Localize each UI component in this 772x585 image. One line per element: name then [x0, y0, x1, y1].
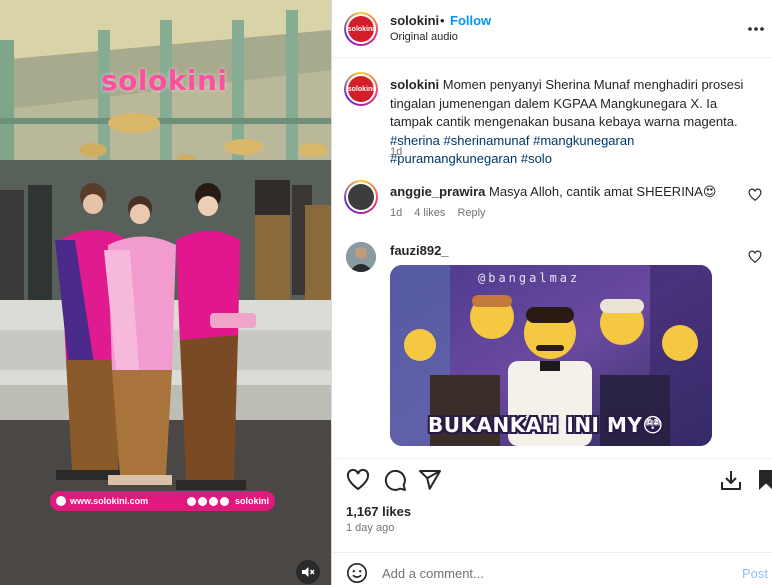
comment-gif[interactable]: @bangalmaz BUKANKAH INI MY😳 [390, 265, 712, 446]
commenter-avatar[interactable] [344, 180, 378, 214]
video-watermark-logo: solokini [101, 64, 228, 97]
hashtag-link[interactable]: #solo [521, 151, 552, 166]
speaker-muted-icon [302, 567, 315, 577]
post-comment-button[interactable]: Post [742, 566, 768, 581]
banner-handle-text: solokini [234, 496, 269, 506]
heart-icon[interactable] [346, 468, 370, 492]
post-details-panel: solokini solokini • Follow Original audi… [331, 0, 772, 585]
caption-username[interactable]: solokini [390, 77, 439, 92]
commenter-username[interactable]: anggie_prawira [390, 184, 485, 199]
instagram-post-view: solokini www.solokini.com solokini solok… [0, 0, 772, 585]
comment-like-heart-icon[interactable] [748, 250, 762, 264]
commenter-avatar[interactable] [346, 242, 376, 272]
share-icon[interactable] [418, 468, 442, 492]
post-date[interactable]: 1 day ago [346, 522, 394, 534]
author-username[interactable]: solokini [390, 13, 439, 28]
like-count[interactable]: 1,167 likes [346, 504, 411, 519]
caption-avatar-logo: solokini [348, 76, 374, 102]
gif-watermark: @bangalmaz [478, 271, 581, 285]
hashtag-link[interactable]: #puramangkunegaran [390, 151, 517, 166]
author-avatar-logo: solokini [348, 16, 374, 42]
header-separator: • [440, 13, 445, 28]
post-caption: solokini Momen penyanyi Sherina Munaf me… [390, 76, 760, 169]
video-banner: www.solokini.com solokini [50, 491, 275, 511]
comment-item: anggie_prawira Masya Alloh, cantik amat … [390, 184, 740, 200]
comment-timestamp[interactable]: 1d [390, 207, 402, 219]
comment-likes[interactable]: 4 likes [414, 207, 445, 219]
comment-meta: 1d 4 likes Reply [390, 207, 486, 219]
audio-link[interactable]: Original audio [390, 31, 458, 43]
caption-text: Momen penyanyi Sherina Munaf menghadiri … [390, 77, 744, 129]
commenter-username[interactable]: fauzi892_ [390, 243, 449, 258]
hashtag-link[interactable]: #sherinamunaf [444, 133, 530, 148]
comment-like-heart-icon[interactable] [748, 188, 762, 202]
comment-input[interactable] [382, 562, 722, 584]
comment-text: Masya Alloh, cantik amat SHEERINA [489, 184, 703, 199]
reply-button[interactable]: Reply [457, 207, 485, 219]
banner-site-text: www.solokini.com [70, 496, 149, 506]
post-video[interactable]: solokini www.solokini.com solokini [0, 0, 331, 585]
banner-social-icons: solokini [186, 496, 269, 506]
mute-button[interactable] [296, 560, 320, 584]
bookmark-icon[interactable] [754, 468, 772, 492]
facebook-icon [219, 496, 229, 506]
tiktok-icon [208, 496, 218, 506]
instagram-icon [186, 496, 196, 506]
caption-timestamp[interactable]: 1d [390, 146, 402, 158]
comment-composer: Post [332, 552, 772, 585]
emoji-icon[interactable] [346, 562, 368, 584]
globe-icon [56, 496, 66, 506]
post-header: solokini solokini • Follow Original audi… [332, 0, 772, 58]
caption-author-avatar[interactable]: solokini [344, 72, 378, 106]
gif-caption: BUKANKAH INI MY😳 [428, 413, 664, 437]
action-bar [332, 458, 772, 498]
youtube-icon [197, 496, 207, 506]
comment-emoji: 😍 [702, 184, 717, 199]
follow-button[interactable]: Follow [450, 13, 491, 28]
download-icon[interactable] [719, 468, 743, 492]
comment-icon[interactable] [383, 468, 407, 492]
hashtag-link[interactable]: #mangkunegaran [533, 133, 634, 148]
more-options-icon[interactable] [746, 19, 766, 39]
author-avatar[interactable]: solokini [344, 12, 378, 46]
